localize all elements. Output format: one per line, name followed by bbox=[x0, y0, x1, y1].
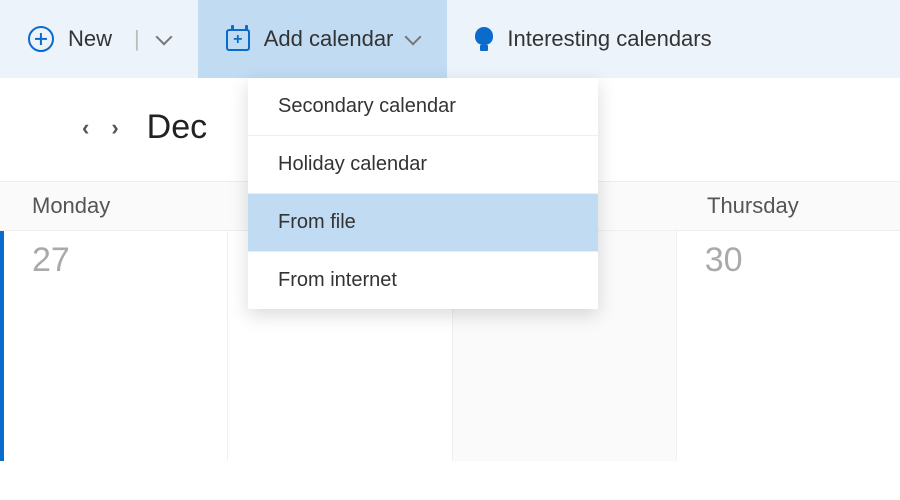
date-cell[interactable]: 30 bbox=[677, 231, 900, 461]
interesting-label: Interesting calendars bbox=[507, 26, 711, 52]
dropdown-item-secondary-calendar[interactable]: Secondary calendar bbox=[248, 78, 598, 136]
add-calendar-label: Add calendar bbox=[264, 26, 394, 52]
prev-month-button[interactable]: ‹ bbox=[82, 115, 89, 141]
add-calendar-button[interactable]: Add calendar bbox=[198, 0, 448, 78]
new-button[interactable]: New | bbox=[0, 0, 198, 78]
dropdown-item-from-internet[interactable]: From internet bbox=[248, 252, 598, 309]
add-calendar-dropdown: Secondary calendar Holiday calendar From… bbox=[248, 78, 598, 309]
plus-circle-icon bbox=[28, 26, 54, 52]
day-header: Thursday bbox=[675, 182, 900, 230]
chevron-down-icon bbox=[405, 29, 422, 46]
separator: | bbox=[134, 26, 140, 52]
day-header: Monday bbox=[0, 182, 225, 230]
lightbulb-icon bbox=[475, 27, 493, 51]
calendar-plus-icon bbox=[226, 29, 250, 51]
dropdown-item-from-file[interactable]: From file bbox=[248, 194, 598, 252]
interesting-calendars-button[interactable]: Interesting calendars bbox=[447, 0, 739, 78]
month-title: Dec bbox=[147, 108, 207, 147]
new-label: New bbox=[68, 26, 112, 52]
chevron-down-icon bbox=[155, 29, 172, 46]
dropdown-item-holiday-calendar[interactable]: Holiday calendar bbox=[248, 136, 598, 194]
date-cell[interactable]: 27 bbox=[4, 231, 228, 461]
next-month-button[interactable]: › bbox=[111, 115, 118, 141]
toolbar: New | Add calendar Interesting calendars… bbox=[0, 0, 900, 78]
